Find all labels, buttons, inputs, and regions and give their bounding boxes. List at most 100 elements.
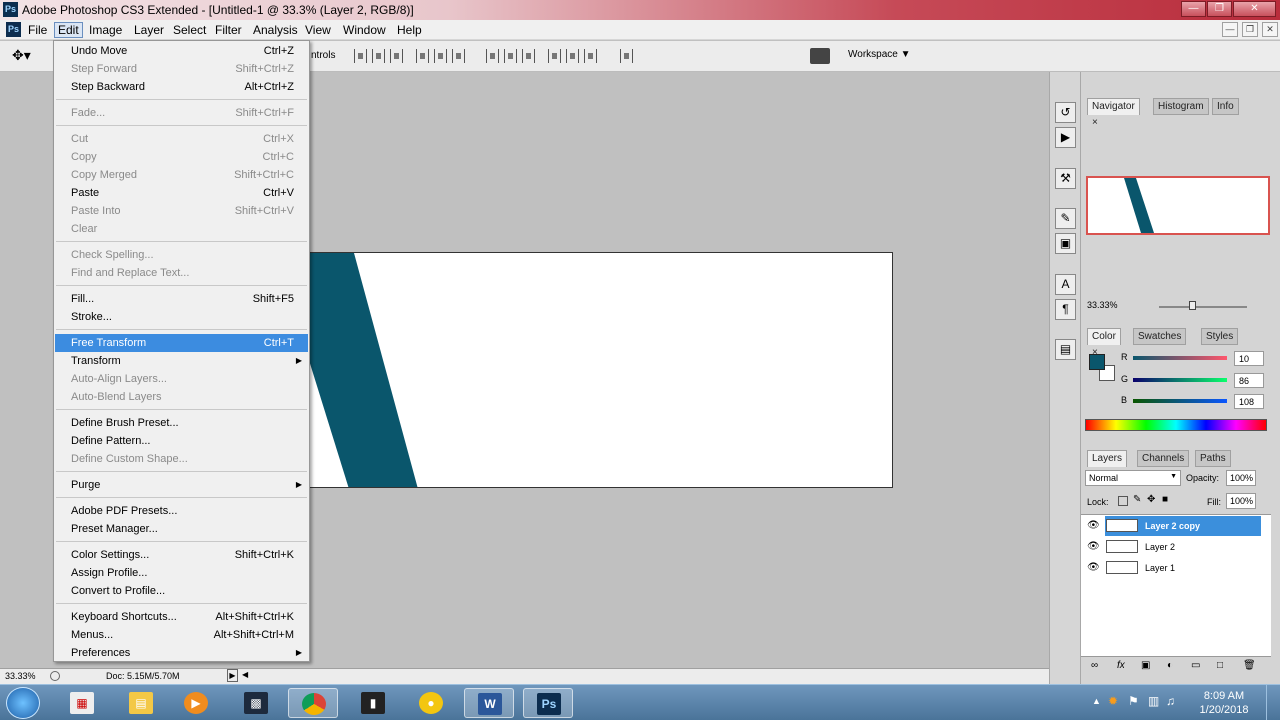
new-layer-icon[interactable]: □	[1217, 660, 1223, 671]
doc-minimize-button[interactable]: —	[1222, 22, 1238, 37]
layer-name[interactable]: Layer 1	[1145, 558, 1175, 578]
menu-item-menus[interactable]: Menus... Alt+Shift+Ctrl+M	[55, 626, 308, 644]
workspace-menu[interactable]: Workspace ▼	[848, 49, 911, 60]
align-vcenter-icon[interactable]	[372, 49, 385, 63]
align-bottom-icon[interactable]	[390, 49, 403, 63]
document-canvas[interactable]	[307, 252, 893, 488]
tab-navigator[interactable]: Navigator ×	[1087, 98, 1140, 128]
align-top-icon[interactable]	[354, 49, 367, 63]
blend-mode-select[interactable]: Normal ▼	[1085, 470, 1181, 486]
layer-row-layer-2[interactable]: 👁 Layer 2	[1085, 537, 1261, 557]
clone-source-icon[interactable]: ▣	[1055, 233, 1076, 254]
distribute-vcenter-icon[interactable]	[504, 49, 517, 63]
app-menu-icon[interactable]: Ps	[6, 22, 21, 37]
menu-item-fill[interactable]: Fill... Shift+F5	[55, 290, 308, 308]
menu-layer[interactable]: Layer	[131, 22, 167, 38]
brushes-panel-icon[interactable]: ✎	[1055, 208, 1076, 229]
menu-item-purge[interactable]: Purge ▶	[55, 476, 308, 494]
tab-layers[interactable]: Layers ×	[1087, 450, 1128, 480]
menu-filter[interactable]: Filter	[212, 22, 245, 38]
paragraph-panel-icon[interactable]: ¶	[1055, 299, 1076, 320]
distribute-top-icon[interactable]	[486, 49, 499, 63]
menu-item-define-pattern[interactable]: Define Pattern...	[55, 432, 308, 450]
menu-item-cut[interactable]: Cut Ctrl+X	[55, 130, 308, 148]
taskbar-app-disc[interactable]: ●	[406, 688, 456, 718]
menu-item-color-settings[interactable]: Color Settings... Shift+Ctrl+K	[55, 546, 308, 564]
menu-item-auto-blend-layers[interactable]: Auto-Blend Layers	[55, 388, 308, 406]
align-left-icon[interactable]	[416, 49, 429, 63]
show-hidden-icons-icon[interactable]: ▲	[1092, 696, 1101, 706]
taskbar-app-chrome[interactable]	[288, 688, 338, 718]
status-icon[interactable]	[50, 671, 60, 681]
menu-item-copy[interactable]: Copy Ctrl+C	[55, 148, 308, 166]
menu-file[interactable]: File	[25, 22, 50, 38]
layer-name[interactable]: Layer 2 copy	[1145, 516, 1200, 536]
taskbar-app-word[interactable]: W	[464, 688, 514, 718]
lock-position-icon[interactable]: ✥	[1147, 494, 1155, 505]
close-button[interactable]: ✕	[1233, 1, 1276, 17]
distribute-bottom-icon[interactable]	[522, 49, 535, 63]
tab-channels[interactable]: Channels	[1137, 450, 1190, 467]
tab-color[interactable]: Color ×	[1087, 328, 1121, 358]
menu-item-clear[interactable]: Clear	[55, 220, 308, 238]
navigator-preview[interactable]	[1086, 176, 1270, 235]
tab-info[interactable]: Info	[1212, 98, 1239, 115]
distribute-right-icon[interactable]	[584, 49, 597, 63]
taskbar-app-movie-maker[interactable]: ▩	[231, 688, 281, 718]
network-icon[interactable]: ▥	[1148, 694, 1159, 708]
foreground-color-swatch[interactable]	[1089, 354, 1105, 370]
menu-window[interactable]: Window	[340, 22, 389, 38]
menu-item-keyboard-shortcuts[interactable]: Keyboard Shortcuts... Alt+Shift+Ctrl+K	[55, 608, 308, 626]
layer-comps-icon[interactable]: ▤	[1055, 339, 1076, 360]
visibility-eye-icon[interactable]: 👁	[1087, 537, 1101, 557]
tray-flag-icon[interactable]: ⚑	[1128, 694, 1139, 708]
menu-analysis[interactable]: Analysis	[250, 22, 301, 38]
visibility-eye-icon[interactable]: 👁	[1087, 516, 1101, 536]
b-slider[interactable]	[1133, 399, 1227, 403]
menu-item-preset-manager[interactable]: Preset Manager...	[55, 520, 308, 538]
menu-item-check-spelling[interactable]: Check Spelling...	[55, 246, 308, 264]
volume-icon[interactable]: ♫	[1166, 694, 1175, 708]
taskbar-app-media[interactable]: ▶	[171, 688, 221, 718]
layer-row-layer-2-copy[interactable]: 👁 Layer 2 copy	[1085, 516, 1261, 536]
fill-value[interactable]: 100%	[1226, 493, 1256, 509]
navigator-zoom-slider[interactable]	[1159, 306, 1247, 308]
layer-row-layer-1[interactable]: 👁 Layer 1	[1085, 558, 1261, 578]
move-tool-icon[interactable]: ✥▾	[12, 47, 42, 65]
lock-image-icon[interactable]: ✎	[1133, 494, 1141, 505]
history-panel-icon[interactable]: ↺	[1055, 102, 1076, 123]
color-spectrum-bar[interactable]	[1085, 419, 1267, 431]
show-transform-controls-label[interactable]: ntrols	[311, 50, 335, 61]
tab-histogram[interactable]: Histogram	[1153, 98, 1209, 115]
minimize-button[interactable]: —	[1181, 1, 1206, 17]
tab-swatches[interactable]: Swatches	[1133, 328, 1187, 345]
taskbar-app-explorer[interactable]: ▤	[116, 688, 166, 718]
menu-item-step-backward[interactable]: Step Backward Alt+Ctrl+Z	[55, 78, 308, 96]
lock-transparent-icon[interactable]	[1118, 496, 1128, 506]
menu-edit[interactable]: Edit	[54, 22, 83, 38]
layer-name[interactable]: Layer 2	[1145, 537, 1175, 557]
tab-styles[interactable]: Styles	[1201, 328, 1239, 345]
navigator-zoom[interactable]: 33.33%	[1087, 300, 1118, 310]
doc-restore-button[interactable]: ❐	[1242, 22, 1258, 37]
menu-select[interactable]: Select	[170, 22, 209, 38]
menu-view[interactable]: View	[302, 22, 334, 38]
bridge-icon[interactable]	[810, 48, 830, 64]
align-hcenter-icon[interactable]	[434, 49, 447, 63]
layer-style-icon[interactable]: fx	[1117, 660, 1125, 671]
menu-item-copy-merged[interactable]: Copy Merged Shift+Ctrl+C	[55, 166, 308, 184]
tab-paths[interactable]: Paths	[1195, 450, 1231, 467]
lock-all-icon[interactable]: ■	[1162, 494, 1168, 505]
menu-item-convert-to-profile[interactable]: Convert to Profile...	[55, 582, 308, 600]
start-button[interactable]	[6, 687, 40, 719]
g-value[interactable]: 86	[1234, 373, 1264, 388]
menu-item-stroke[interactable]: Stroke...	[55, 308, 308, 326]
taskbar-app-video-editor[interactable]: ▮	[348, 688, 398, 718]
menu-item-define-brush-preset[interactable]: Define Brush Preset...	[55, 414, 308, 432]
zoom-level[interactable]: 33.33%	[5, 671, 36, 681]
menu-item-assign-profile[interactable]: Assign Profile...	[55, 564, 308, 582]
layer-mask-icon[interactable]: ▣	[1141, 660, 1150, 671]
restore-button[interactable]: ❐	[1207, 1, 1232, 17]
visibility-eye-icon[interactable]: 👁	[1087, 558, 1101, 578]
distribute-hcenter-icon[interactable]	[566, 49, 579, 63]
